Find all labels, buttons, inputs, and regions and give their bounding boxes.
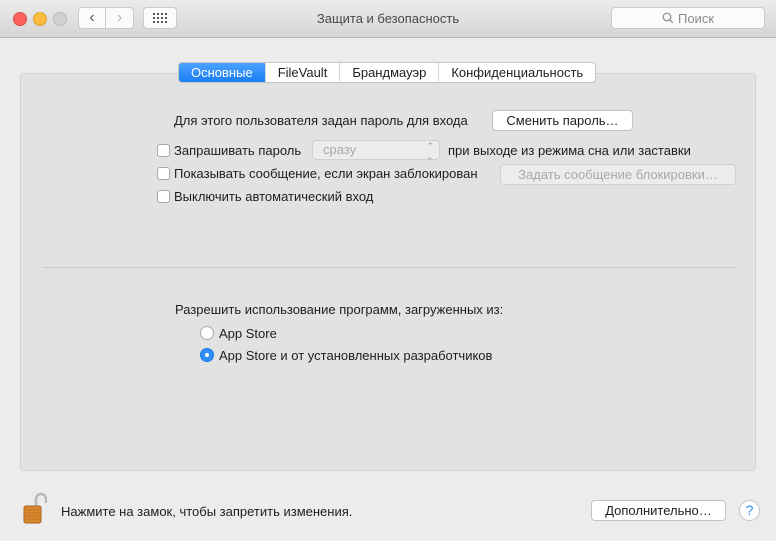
- help-button[interactable]: ?: [739, 500, 760, 521]
- show-message-checkbox[interactable]: [157, 167, 170, 180]
- change-password-button[interactable]: Сменить пароль…: [492, 110, 633, 131]
- radio-app-store-label: App Store: [219, 326, 277, 341]
- lock-button[interactable]: [23, 490, 48, 527]
- tab-bar: Основные FileVault Брандмауэр Конфиденци…: [178, 62, 597, 83]
- password-status-text: Для этого пользователя задан пароль для …: [174, 113, 468, 128]
- require-password-delay-select[interactable]: сразу ⌃ ⌃: [312, 140, 440, 162]
- require-password-label: Запрашивать пароль: [174, 143, 302, 158]
- search-input[interactable]: Поиск: [611, 7, 765, 29]
- title-bar: ‹ › Защита и безопасность Поиск: [0, 0, 776, 38]
- set-lock-message-button[interactable]: Задать сообщение блокировки…: [500, 164, 736, 185]
- radio-app-store[interactable]: [200, 326, 214, 340]
- radio-app-store-identified-developers[interactable]: [200, 348, 214, 362]
- tab-general[interactable]: Основные: [179, 63, 265, 82]
- unlocked-padlock-icon: [23, 492, 48, 524]
- tab-firewall[interactable]: Брандмауэр: [339, 63, 438, 82]
- require-password-suffix: при выходе из режима сна или заставки: [448, 143, 691, 158]
- require-password-checkbox[interactable]: [157, 144, 170, 157]
- content-panel: [20, 73, 756, 471]
- radio-app-store-identified-developers-label: App Store и от установленных разработчик…: [219, 348, 493, 363]
- show-message-label: Показывать сообщение, если экран заблоки…: [174, 166, 478, 181]
- tab-privacy[interactable]: Конфиденциальность: [438, 63, 595, 82]
- allow-apps-heading: Разрешить использование программ, загруж…: [175, 302, 504, 317]
- search-icon: [662, 12, 674, 24]
- disable-autologin-label: Выключить автоматический вход: [174, 189, 374, 204]
- section-divider: [43, 267, 736, 268]
- help-icon: ?: [745, 502, 754, 518]
- tab-filevault[interactable]: FileVault: [264, 63, 340, 82]
- disable-autologin-checkbox[interactable]: [157, 190, 170, 203]
- updown-chevron-icon: ⌃ ⌃: [426, 141, 434, 162]
- search-placeholder: Поиск: [677, 10, 715, 26]
- lock-hint-text: Нажмите на замок, чтобы запретить измене…: [61, 504, 353, 519]
- advanced-button[interactable]: Дополнительно…: [591, 500, 726, 521]
- select-value: сразу: [323, 142, 357, 157]
